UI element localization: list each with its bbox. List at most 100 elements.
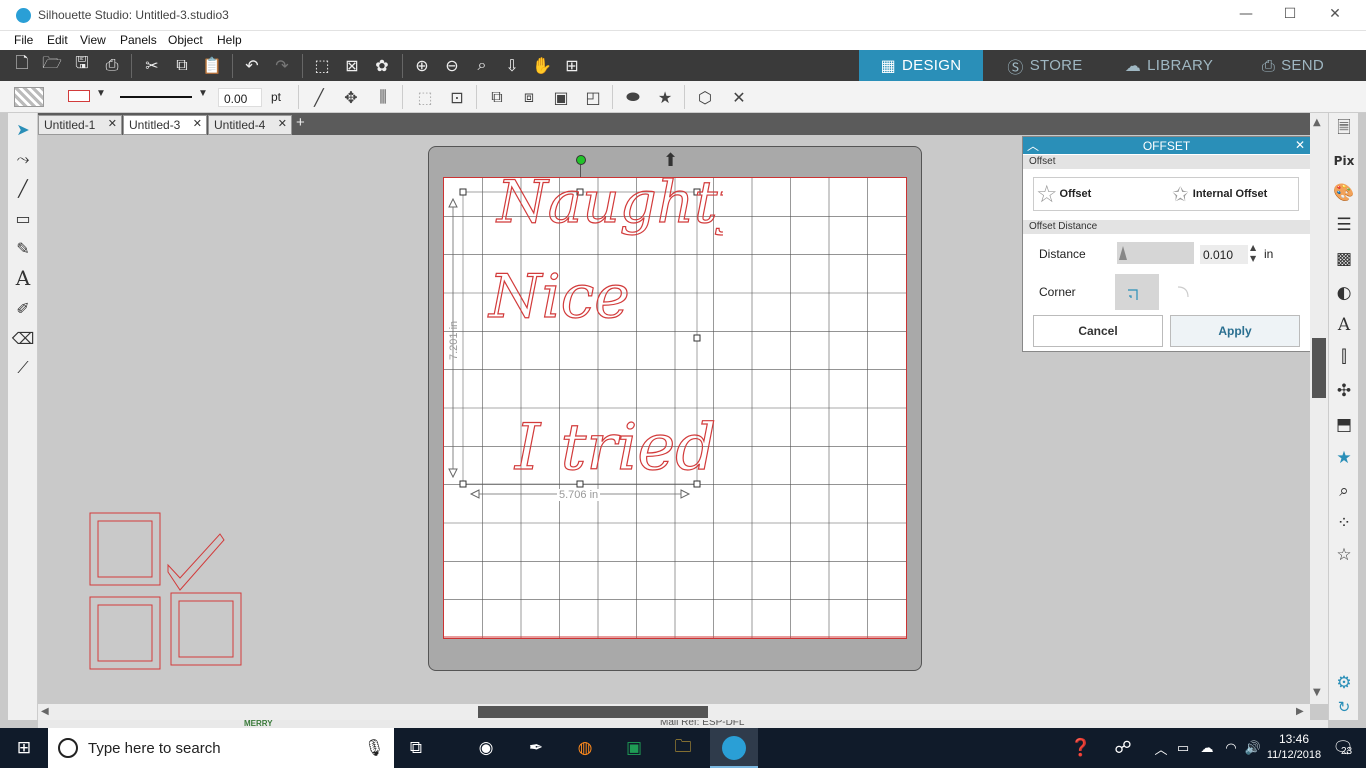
onedrive-cloud-icon[interactable]: ☁ [1194,736,1220,760]
knife-icon[interactable]: ⟋ [11,356,35,380]
text-style-icon[interactable]: A [1332,313,1356,337]
paste-icon[interactable]: 📋 [198,52,226,78]
publisher-icon[interactable]: ▣ [621,736,647,760]
resize-handle[interactable] [693,334,701,342]
zoom-in-icon[interactable]: ⊕ [408,52,436,78]
modify-weld-icon[interactable]: ⬬ [620,84,646,110]
silhouette-taskbar-button[interactable] [710,728,758,768]
scroll-down-icon[interactable]: ▼ [1313,687,1321,698]
pan-hand-icon[interactable]: ✋ [528,52,556,78]
print-icon[interactable]: ⎙ [98,52,126,78]
internal-offset-option-button[interactable]: ✩ Internal Offset [1172,180,1298,208]
page-setup-icon[interactable]: 🗏 [1332,117,1356,141]
slider-thumb[interactable] [1119,246,1127,260]
menu-help[interactable]: Help [217,33,242,47]
resize-handle[interactable] [459,480,467,488]
line-color-dropdown-icon[interactable]: ▼ [96,88,106,99]
corner-sharp-button[interactable] [1115,274,1159,310]
replicate-icon[interactable]: ⬡ [692,84,718,110]
undo-icon[interactable]: ↶ [238,52,266,78]
send-to-back-icon[interactable]: ⧈ [516,84,542,110]
distance-slider[interactable] [1117,242,1194,264]
align-panel-icon[interactable]: ⫿ [1332,345,1356,369]
horizontal-scrollbar[interactable]: ◀ ▶ [38,704,1310,720]
menu-edit[interactable]: Edit [47,33,68,47]
text-tool-icon[interactable]: A [11,266,35,290]
eraser-icon[interactable]: ⌫ [11,326,35,350]
tab-send[interactable]: ⎙ SEND [1231,50,1355,81]
close-tab-icon[interactable]: ✕ [278,117,287,130]
bring-to-front-icon[interactable]: ⧉ [484,84,510,110]
fill-panel-icon[interactable]: ✐ [11,296,35,320]
task-view-icon[interactable]: ⧉ [403,736,429,760]
zoom-fit-icon[interactable]: ⌕ [468,52,496,78]
offset-option-button[interactable]: ☆ Offset [1036,180,1106,208]
refresh-icon[interactable]: ↻ [1332,695,1356,719]
vertical-scroll-thumb[interactable] [1312,338,1326,398]
deselect-icon[interactable]: ⊠ [338,52,366,78]
photos-app-icon[interactable]: ◉ [473,736,499,760]
selection-overlay[interactable]: Naughty Nice I tried [443,177,723,507]
rotate-handle[interactable] [576,155,586,165]
corner-round-button[interactable] [1168,277,1198,307]
scroll-left-icon[interactable]: ◀ [41,706,49,717]
vertical-scrollbar[interactable]: ▲ ▼ [1310,113,1328,704]
windows-start-icon[interactable]: ⊞ [11,736,37,760]
line-width-input[interactable]: 0.00 [218,88,262,107]
offset-panel-icon[interactable]: ★ [1332,446,1356,470]
new-file-icon[interactable]: 🗋 [8,52,36,78]
line-tool-icon[interactable]: ╱ [306,84,332,110]
modify-icon[interactable]: ⬒ [1332,413,1356,437]
new-tab-button[interactable]: + [296,114,305,131]
edit-points-icon[interactable]: ⤳ [11,147,35,171]
design-word-naughty[interactable]: Naughty [494,177,723,237]
menu-view[interactable]: View [80,33,106,47]
collapse-chevron-icon[interactable]: ︿ [1027,137,1039,154]
transform-icon[interactable]: ✣ [1332,379,1356,403]
design-word-i-tried[interactable]: I tried [513,410,716,485]
pixscan-icon[interactable]: Pix [1332,149,1356,173]
line-draw-icon[interactable]: ╱ [11,176,35,200]
copy-icon[interactable]: ⧉ [168,52,196,78]
apply-button[interactable]: Apply [1170,315,1300,347]
transparency-icon[interactable]: ◐ [1332,281,1356,305]
people-icon[interactable]: ☍ [1110,736,1136,760]
distance-spinner-icon[interactable]: ▲ ▼ [1250,242,1256,264]
sketch-icon[interactable]: ⁘ [1332,511,1356,535]
select-pointer-icon[interactable]: ➤ [11,117,35,141]
scroll-up-icon[interactable]: ▲ [1313,117,1321,128]
menu-object[interactable]: Object [168,33,203,47]
favorites-star-icon[interactable]: ☆ [1332,543,1356,567]
line-style-preview[interactable] [120,96,192,98]
clock-date[interactable]: 11/12/2018 [1264,749,1324,761]
redo-icon[interactable]: ↷ [268,52,296,78]
close-tab-icon[interactable]: ✕ [108,117,117,130]
fill-pattern-swatch[interactable] [14,87,44,107]
trace-icon[interactable]: ⌕ [1332,479,1356,503]
line-style-icon[interactable]: ☰ [1332,213,1356,237]
open-folder-icon[interactable]: 🗁 [38,52,66,78]
cut-icon[interactable]: ✂ [138,52,166,78]
fit-to-page-icon[interactable]: ⊞ [558,52,586,78]
menu-panels[interactable]: Panels [120,33,157,47]
ungroup-icon[interactable]: ⊡ [444,84,470,110]
offset-star-icon[interactable]: ★ [652,84,678,110]
folder-icon[interactable]: 🗀 [670,736,696,760]
help-icon[interactable]: ❓ [1068,736,1094,760]
save-icon[interactable]: 🖫 [68,52,96,78]
zoom-out-icon[interactable]: ⊖ [438,52,466,78]
move-down-arrow-icon[interactable]: ⇩ [498,52,526,78]
firefox-icon[interactable]: ◍ [572,736,598,760]
menu-file[interactable]: File [14,33,33,47]
tab-design[interactable]: ▦ DESIGN [859,50,983,81]
align-icon[interactable]: ⫼ [370,84,396,110]
settings-gear-icon[interactable]: ⚙ [1332,671,1356,695]
bring-forward-icon[interactable]: ▣ [548,84,574,110]
line-style-dropdown-icon[interactable]: ▼ [198,88,208,99]
line-color-swatch[interactable] [68,90,90,102]
send-backward-icon[interactable]: ◰ [580,84,606,110]
color-palette-icon[interactable]: 🎨 [1332,181,1356,205]
distance-input[interactable]: 0.010 [1200,245,1248,264]
select-all-icon[interactable]: ⬚ [308,52,336,78]
minimize-button[interactable]: — [1236,6,1256,26]
